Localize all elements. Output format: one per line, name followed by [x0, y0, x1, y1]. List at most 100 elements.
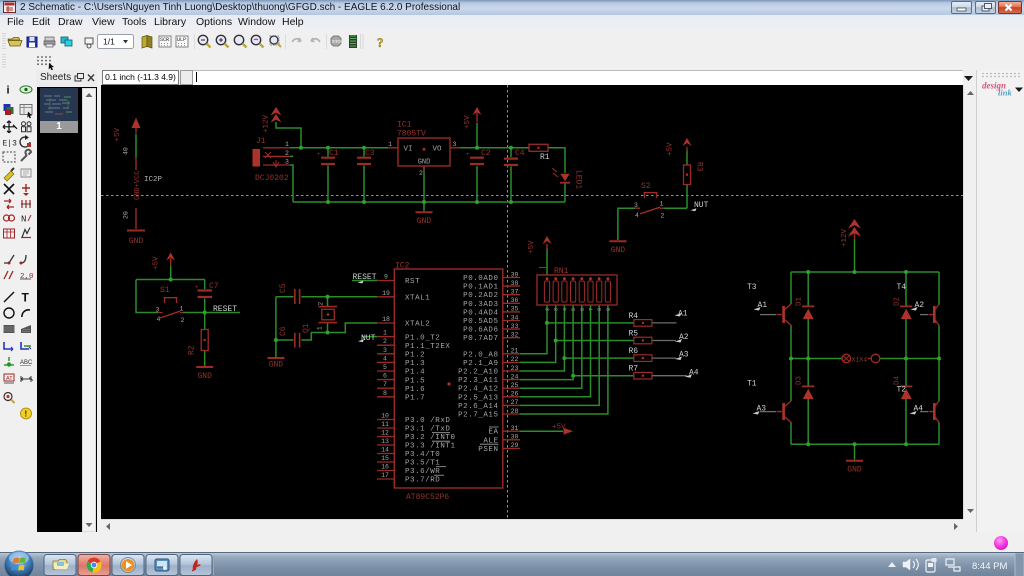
svg-text:10: 10 — [381, 413, 389, 420]
svg-text:2: 2 — [181, 317, 185, 324]
svg-text:4: 4 — [157, 316, 161, 323]
svg-text:EA: EA — [488, 429, 498, 437]
svg-text:1: 1 — [285, 141, 289, 148]
svg-text:9: 9 — [384, 274, 388, 281]
svg-text:+12V: +12V — [841, 228, 849, 247]
svg-text:AT: AT — [6, 376, 13, 382]
svg-text:P2.0_A8: P2.0_A8 — [463, 351, 498, 359]
svg-text:9: 9 — [606, 308, 612, 311]
svg-text:12: 12 — [381, 430, 389, 437]
svg-text:P1.0_T2: P1.0_T2 — [405, 334, 440, 342]
svg-text:C6: C6 — [279, 326, 288, 336]
svg-text:4: 4 — [562, 308, 568, 311]
svg-text:J1: J1 — [256, 137, 266, 146]
svg-text:+5V: +5V — [464, 115, 472, 129]
svg-text:8: 8 — [383, 390, 387, 397]
svg-text:+5V: +5V — [153, 256, 161, 270]
svg-text:28: 28 — [511, 408, 519, 415]
svg-text:C7: C7 — [209, 282, 219, 291]
svg-text:D4: D4 — [894, 375, 902, 385]
svg-text:DCJ0202: DCJ0202 — [255, 174, 289, 183]
svg-text:PSEN: PSEN — [478, 446, 498, 454]
svg-text:2: 2 — [545, 308, 551, 311]
svg-text:P0.7AD7: P0.7AD7 — [463, 335, 498, 343]
svg-text:P1.7: P1.7 — [405, 395, 425, 403]
svg-text:S1: S1 — [160, 286, 170, 295]
svg-text:4: 4 — [383, 355, 387, 362]
svg-text:30: 30 — [511, 434, 519, 441]
svg-text:R1: R1 — [540, 153, 550, 162]
svg-text:4: 4 — [635, 212, 639, 219]
svg-text:P2.5_A13: P2.5_A13 — [458, 394, 498, 402]
svg-text:!: ! — [25, 410, 28, 419]
svg-text:IC1: IC1 — [397, 121, 412, 130]
svg-text:GND: GND — [269, 361, 284, 370]
svg-text:+: + — [317, 151, 321, 158]
svg-text:7805TV: 7805TV — [397, 130, 426, 139]
svg-text:N: N — [21, 215, 26, 225]
svg-text:11: 11 — [381, 421, 389, 428]
svg-text:13: 13 — [381, 438, 389, 445]
svg-text:GND: GND — [611, 246, 626, 255]
svg-text:?: ? — [377, 35, 384, 50]
svg-text:38: 38 — [511, 280, 519, 287]
svg-text:18: 18 — [382, 316, 390, 323]
svg-text:5: 5 — [571, 308, 577, 311]
svg-text:P3.0 /RxD: P3.0 /RxD — [405, 417, 450, 425]
svg-text:VO: VO — [433, 145, 443, 153]
svg-text:P0.1AD1: P0.1AD1 — [463, 284, 498, 292]
svg-text:R4: R4 — [629, 312, 639, 321]
svg-text:GND: GND — [197, 372, 212, 381]
svg-text:29: 29 — [511, 442, 519, 449]
svg-text:T1: T1 — [747, 380, 757, 389]
svg-text:RN1: RN1 — [554, 267, 569, 276]
svg-text:RESET: RESET — [213, 305, 237, 314]
svg-text:34: 34 — [511, 314, 519, 321]
svg-text:7: 7 — [383, 381, 387, 388]
svg-text:15: 15 — [381, 455, 389, 462]
svg-text:R7: R7 — [629, 365, 639, 374]
svg-text:2: 2 — [318, 302, 325, 306]
svg-text:+5V: +5V — [552, 424, 566, 432]
svg-text:i: i — [7, 85, 10, 97]
svg-text:3: 3 — [634, 202, 638, 209]
svg-text:IC2P: IC2P — [144, 176, 163, 184]
svg-text:GND: GND — [129, 237, 144, 246]
svg-text:8:44 PM: 8:44 PM — [972, 561, 1007, 572]
svg-text:D1: D1 — [796, 296, 804, 306]
svg-text:24: 24 — [511, 373, 519, 380]
svg-text:P0.5AD5: P0.5AD5 — [463, 318, 498, 326]
svg-text:P0.6AD6: P0.6AD6 — [463, 327, 498, 335]
svg-text:RST: RST — [405, 278, 420, 286]
svg-text:C4: C4 — [515, 149, 525, 158]
svg-text:6: 6 — [383, 373, 387, 380]
svg-text:P2.7_A15: P2.7_A15 — [458, 412, 498, 420]
svg-text:+5V: +5V — [114, 127, 122, 141]
svg-text:P3.3 /INT1: P3.3 /INT1 — [405, 443, 456, 451]
svg-text:P1.5: P1.5 — [405, 377, 425, 385]
svg-text:1/1: 1/1 — [103, 37, 115, 47]
svg-text:C5: C5 — [279, 283, 288, 293]
svg-text:2: 2 — [661, 213, 665, 220]
svg-text:37: 37 — [511, 289, 519, 296]
svg-text:R6: R6 — [629, 347, 639, 356]
svg-text:D3: D3 — [796, 375, 804, 385]
svg-text:VI: VI — [404, 145, 413, 153]
svg-text:6: 6 — [580, 308, 586, 311]
svg-text:1: 1 — [180, 306, 184, 313]
svg-text:1: 1 — [660, 201, 664, 208]
svg-text:T4: T4 — [897, 283, 907, 292]
svg-text:31: 31 — [511, 425, 519, 432]
svg-text:P1.6: P1.6 — [405, 386, 425, 394]
svg-text:+: + — [195, 284, 199, 291]
svg-text:P1.4: P1.4 — [405, 369, 425, 377]
svg-text:link: link — [998, 88, 1012, 98]
svg-text:P2.6_A14: P2.6_A14 — [458, 403, 498, 411]
svg-text:P2.4_A12: P2.4_A12 — [458, 386, 498, 394]
svg-text:2: 2 — [285, 150, 289, 157]
svg-text:P0.0AD0: P0.0AD0 — [463, 275, 498, 283]
svg-text:STOP: STOP — [332, 39, 344, 44]
svg-text:Q1: Q1 — [302, 323, 311, 333]
svg-text:16: 16 — [381, 464, 389, 471]
svg-text:3: 3 — [453, 141, 457, 148]
